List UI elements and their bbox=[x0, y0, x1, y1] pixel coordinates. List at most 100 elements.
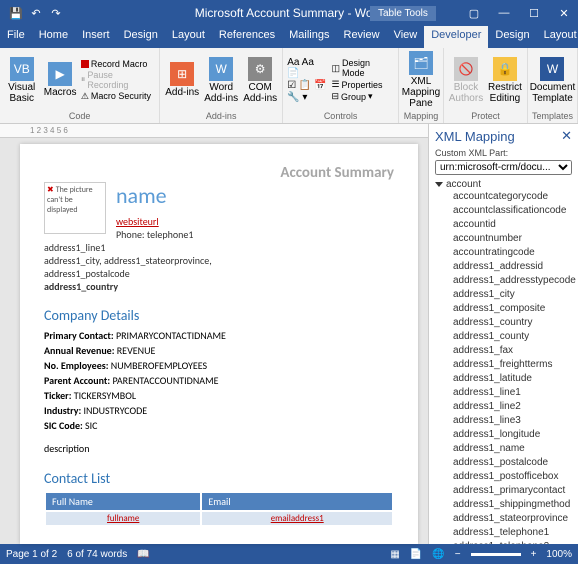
group-mapping: 🗂XML Mapping Pane Mapping bbox=[399, 48, 444, 123]
design-mode-button[interactable]: ◫ Design Mode bbox=[331, 58, 394, 78]
tree-node[interactable]: address1_country bbox=[435, 316, 578, 330]
field-addr1: address1_line1 bbox=[44, 241, 394, 254]
section-company-details: Company Details bbox=[44, 307, 394, 324]
tree-node[interactable]: address1_name bbox=[435, 442, 578, 456]
tab-home[interactable]: Home bbox=[32, 26, 75, 48]
macro-security-button[interactable]: ⚠ Macro Security bbox=[81, 91, 155, 102]
tab-design[interactable]: Design bbox=[488, 26, 536, 48]
contact-table: Full NameEmail fullnameemailaddress1 bbox=[44, 491, 394, 527]
pane-close-icon[interactable]: ✕ bbox=[561, 128, 572, 144]
tree-node[interactable]: address1_postofficebox bbox=[435, 470, 578, 484]
xml-tree[interactable]: account accountcategorycodeaccountclassi… bbox=[429, 177, 578, 544]
zoom-level[interactable]: 100% bbox=[546, 549, 572, 560]
tab-file[interactable]: File bbox=[0, 26, 32, 48]
block-authors-button[interactable]: 🚫Block Authors bbox=[448, 57, 484, 104]
titlebar: 💾 ↶ ↷ Microsoft Account Summary - Word T… bbox=[0, 0, 578, 26]
view-read-icon[interactable]: ▦ bbox=[390, 549, 399, 560]
maximize-icon[interactable]: ☐ bbox=[524, 7, 544, 20]
macros-button[interactable]: ▶Macros bbox=[42, 62, 77, 98]
record-macro-button[interactable]: Record Macro bbox=[81, 59, 155, 69]
proofing-icon[interactable]: 📖 bbox=[137, 549, 149, 560]
zoom-out-icon[interactable]: − bbox=[455, 549, 461, 560]
page-title: Account Summary bbox=[44, 164, 394, 182]
tree-node[interactable]: address1_stateorprovince bbox=[435, 512, 578, 526]
field-addr3: address1_postalcode bbox=[44, 267, 394, 280]
options-icon[interactable]: ▢ bbox=[464, 7, 484, 20]
tree-node[interactable]: accountnumber bbox=[435, 232, 578, 246]
tree-node[interactable]: address1_city bbox=[435, 288, 578, 302]
undo-icon[interactable]: ↶ bbox=[28, 5, 44, 21]
tree-node[interactable]: accountid bbox=[435, 218, 578, 232]
th-fullname: Full Name bbox=[46, 493, 200, 510]
tree-node[interactable]: address1_addresstypecode bbox=[435, 274, 578, 288]
tree-node[interactable]: address1_line1 bbox=[435, 386, 578, 400]
redo-icon[interactable]: ↷ bbox=[48, 5, 64, 21]
tree-node[interactable]: address1_telephone2 bbox=[435, 540, 578, 544]
td-fullname: fullname bbox=[46, 512, 200, 525]
tree-root[interactable]: account bbox=[435, 179, 578, 190]
tab-references[interactable]: References bbox=[212, 26, 282, 48]
group-protect: 🚫Block Authors 🔒Restrict Editing Protect bbox=[444, 48, 528, 123]
field-description: description bbox=[44, 441, 394, 456]
word-addins-button[interactable]: WWord Add-ins bbox=[203, 57, 239, 104]
tab-layout[interactable]: Layout bbox=[165, 26, 212, 48]
tab-insert[interactable]: Insert bbox=[75, 26, 117, 48]
tree-node[interactable]: address1_primarycontact bbox=[435, 484, 578, 498]
tree-node[interactable]: address1_longitude bbox=[435, 428, 578, 442]
zoom-slider[interactable] bbox=[471, 553, 521, 556]
properties-button[interactable]: ☰ Properties bbox=[331, 79, 394, 90]
xml-mapping-button[interactable]: 🗂XML Mapping Pane bbox=[403, 51, 439, 109]
addins-button[interactable]: ⊞Add-ins bbox=[164, 62, 200, 98]
ribbon: VBVisual Basic ▶Macros Record Macro ⏸ Pa… bbox=[0, 48, 578, 124]
section-contact-list: Contact List bbox=[44, 470, 394, 487]
visual-basic-button[interactable]: VBVisual Basic bbox=[4, 57, 39, 104]
xml-part-select[interactable]: urn:microsoft-crm/docu... bbox=[435, 160, 572, 175]
tree-node[interactable]: address1_fax bbox=[435, 344, 578, 358]
field-country: address1_country bbox=[44, 280, 394, 293]
pause-recording-button[interactable]: ⏸ Pause Recording bbox=[81, 70, 155, 90]
tab-design[interactable]: Design bbox=[117, 26, 165, 48]
tab-review[interactable]: Review bbox=[337, 26, 387, 48]
status-page[interactable]: Page 1 of 2 bbox=[6, 549, 57, 560]
collapse-icon[interactable] bbox=[435, 182, 443, 187]
group-button[interactable]: ⊟ Group ▾ bbox=[331, 91, 394, 102]
pane-subtitle: Custom XML Part: bbox=[429, 148, 578, 158]
status-words[interactable]: 6 of 74 words bbox=[67, 549, 127, 560]
ruler[interactable]: 1 2 3 4 5 6 bbox=[0, 124, 428, 138]
tree-node[interactable]: address1_shippingmethod bbox=[435, 498, 578, 512]
tab-view[interactable]: View bbox=[387, 26, 425, 48]
tree-node[interactable]: address1_county bbox=[435, 330, 578, 344]
tab-developer[interactable]: Developer bbox=[424, 26, 488, 48]
tree-node[interactable]: address1_composite bbox=[435, 302, 578, 316]
group-controls: Aa Aa 📄 ☑ 📋 📅 🔧 ▾ ◫ Design Mode ☰ Proper… bbox=[283, 48, 399, 123]
view-print-icon[interactable]: 📄 bbox=[410, 549, 422, 560]
pane-title: XML Mapping bbox=[435, 129, 515, 144]
tab-mailings[interactable]: Mailings bbox=[282, 26, 336, 48]
save-icon[interactable]: 💾 bbox=[8, 5, 24, 21]
restrict-editing-button[interactable]: 🔒Restrict Editing bbox=[487, 57, 523, 104]
close-icon[interactable]: ✕ bbox=[554, 7, 574, 20]
tree-node[interactable]: address1_telephone1 bbox=[435, 526, 578, 540]
view-web-icon[interactable]: 🌐 bbox=[432, 549, 444, 560]
tree-node[interactable]: accountcategorycode bbox=[435, 190, 578, 204]
tree-node[interactable]: address1_line3 bbox=[435, 414, 578, 428]
contextual-tab-label: Table Tools bbox=[370, 6, 436, 21]
tree-node[interactable]: accountclassificationcode bbox=[435, 204, 578, 218]
tree-node[interactable]: address1_freightterms bbox=[435, 358, 578, 372]
tab-layout[interactable]: Layout bbox=[537, 26, 578, 48]
tree-node[interactable]: address1_addressid bbox=[435, 260, 578, 274]
group-addins: ⊞Add-ins WWord Add-ins ⚙COM Add-ins Add-… bbox=[160, 48, 283, 123]
tree-node[interactable]: address1_line2 bbox=[435, 400, 578, 414]
tree-node[interactable]: address1_postalcode bbox=[435, 456, 578, 470]
record-icon bbox=[81, 60, 89, 68]
zoom-in-icon[interactable]: + bbox=[531, 549, 537, 560]
tree-node[interactable]: address1_latitude bbox=[435, 372, 578, 386]
th-email: Email bbox=[202, 493, 392, 510]
minimize-icon[interactable]: — bbox=[494, 7, 514, 20]
document-template-button[interactable]: WDocument Template bbox=[534, 57, 570, 104]
com-addins-button[interactable]: ⚙COM Add-ins bbox=[242, 57, 278, 104]
broken-image-placeholder: The picture can't be displayed bbox=[44, 182, 106, 234]
tree-node[interactable]: accountratingcode bbox=[435, 246, 578, 260]
document-page[interactable]: Account Summary The picture can't be dis… bbox=[20, 144, 418, 544]
group-templates: WDocument Template Templates bbox=[528, 48, 578, 123]
